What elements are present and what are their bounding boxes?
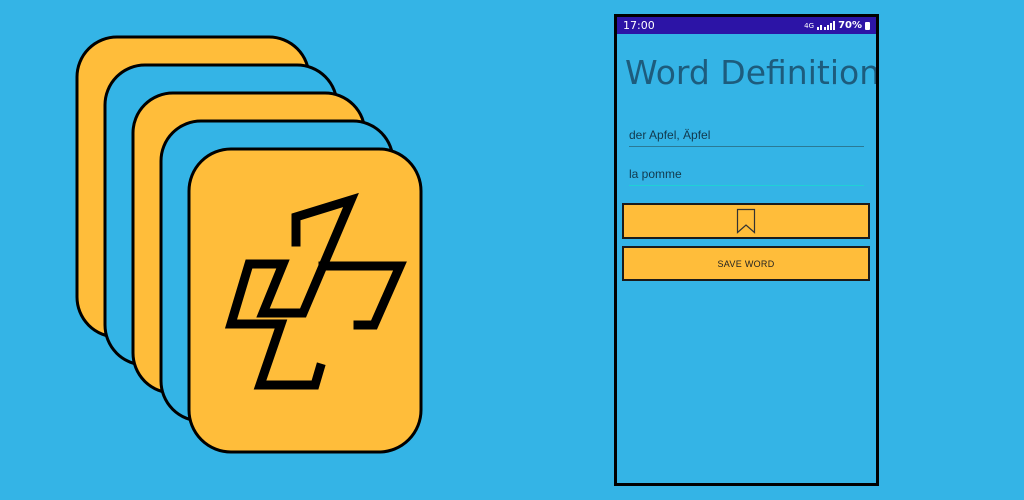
battery-icon [865,21,870,30]
bookmark-icon [736,208,756,234]
promo-banner: 17:00 4G 70% Word Definition der Apfel, … [0,0,1024,500]
status-indicators: 4G 70% [804,20,870,31]
app-logo-card-stack [75,35,423,454]
word-input[interactable]: der Apfel, Äpfel [629,124,864,147]
phone-screen: 17:00 4G 70% Word Definition der Apfel, … [614,14,879,486]
bookmark-button[interactable] [622,203,870,239]
page-title: Word Definition [625,53,879,92]
save-word-button[interactable]: SAVE WORD [622,246,870,281]
network-type-label: 4G [804,21,815,30]
battery-percentage: 70% [838,20,862,31]
translation-input[interactable]: la pomme [629,163,864,186]
status-bar: 17:00 4G 70% [617,17,876,34]
signal-icon [817,21,836,30]
status-time: 17:00 [623,19,655,32]
